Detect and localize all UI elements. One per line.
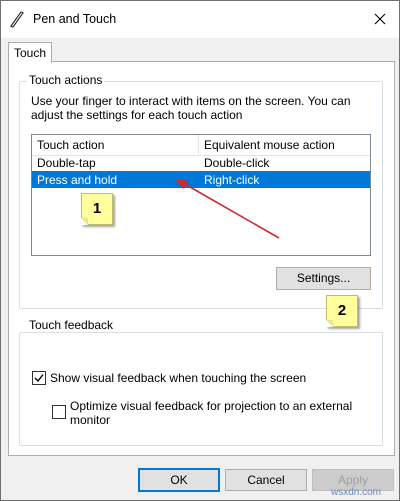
column-header-mouse-action[interactable]: Equivalent mouse action xyxy=(204,138,335,152)
close-icon xyxy=(374,13,386,25)
callout-fold xyxy=(326,320,333,327)
list-item-mouse-action: Double-click xyxy=(204,156,270,170)
ok-button[interactable]: OK xyxy=(138,468,220,492)
optimize-feedback-checkbox[interactable] xyxy=(52,405,66,419)
touch-feedback-group xyxy=(19,332,383,446)
list-item-action: Press and hold xyxy=(37,173,118,187)
column-header-touch-action[interactable]: Touch action xyxy=(37,138,104,152)
list-item-double-tap[interactable]: Double-tap Double-click xyxy=(32,154,370,171)
list-header: Touch action Equivalent mouse action xyxy=(32,135,370,156)
callout-2-number: 2 xyxy=(337,302,347,319)
callout-1-number: 1 xyxy=(92,200,102,217)
callout-2: 2 xyxy=(326,295,358,327)
column-separator[interactable] xyxy=(198,135,199,155)
settings-button[interactable]: Settings... xyxy=(276,267,371,290)
list-item-action: Double-tap xyxy=(37,156,96,170)
touch-feedback-group-title: Touch feedback xyxy=(27,318,116,332)
cancel-button[interactable]: Cancel xyxy=(225,469,307,491)
callout-1: 1 xyxy=(81,193,113,225)
tab-touch[interactable]: Touch xyxy=(8,42,52,63)
pen-icon xyxy=(9,10,25,28)
window-title: Pen and Touch xyxy=(33,12,117,26)
callout-fold xyxy=(81,218,88,225)
close-button[interactable] xyxy=(367,7,393,31)
title-bar: Pen and Touch xyxy=(1,1,399,38)
touch-actions-group-title: Touch actions xyxy=(27,73,105,87)
show-visual-feedback-checkbox[interactable] xyxy=(32,371,46,385)
optimize-feedback-label[interactable]: Optimize visual feedback for projection … xyxy=(70,399,360,427)
watermark-text: wsxdn.com xyxy=(331,487,382,498)
red-arrow-icon xyxy=(175,179,280,239)
checkmark-icon xyxy=(34,374,44,383)
pen-and-touch-dialog: Pen and Touch Touch Touch actions Use yo… xyxy=(0,0,400,501)
touch-actions-description: Use your finger to interact with items o… xyxy=(31,94,351,122)
show-visual-feedback-label[interactable]: Show visual feedback when touching the s… xyxy=(50,371,306,385)
